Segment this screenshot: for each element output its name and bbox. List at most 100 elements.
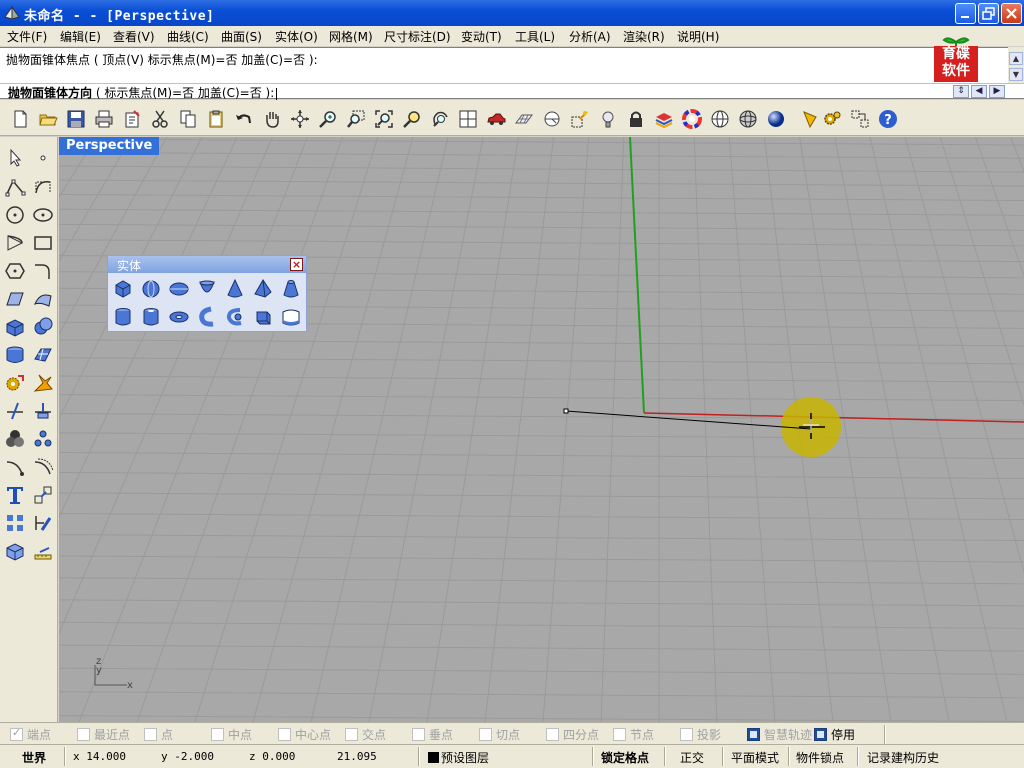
osnap-near[interactable]: 最近点 xyxy=(77,726,130,742)
layer-icon[interactable] xyxy=(654,109,674,129)
menu-view[interactable]: 查看(V) xyxy=(113,28,155,45)
point-cloud-icon[interactable] xyxy=(32,428,54,450)
pipe-icon[interactable] xyxy=(196,306,218,328)
save-icon[interactable] xyxy=(66,109,86,129)
menu-dimension[interactable]: 尺寸标注(D) xyxy=(384,28,451,45)
pipe-round-icon[interactable] xyxy=(224,306,246,328)
array-icon[interactable] xyxy=(4,512,26,534)
four-viewports-icon[interactable] xyxy=(458,109,478,129)
pan-hand-icon[interactable] xyxy=(262,109,282,129)
osnap-knot[interactable]: 节点 xyxy=(613,726,654,742)
menu-file[interactable]: 文件(F) xyxy=(7,28,47,45)
polygon-icon[interactable] xyxy=(4,260,26,282)
rectangle-icon[interactable] xyxy=(32,232,54,254)
menu-edit[interactable]: 编辑(E) xyxy=(60,28,101,45)
paraboloid-icon[interactable] xyxy=(196,278,218,300)
osnap-toggle[interactable]: 物件锁点 xyxy=(796,749,844,766)
torus-icon[interactable] xyxy=(168,306,190,328)
help-icon[interactable]: ? xyxy=(878,109,898,129)
menu-tools[interactable]: 工具(L) xyxy=(515,28,555,45)
wireframe-sphere-icon[interactable] xyxy=(710,109,730,129)
osnap-checkbox[interactable] xyxy=(680,727,693,741)
osnap-checkbox[interactable] xyxy=(412,727,425,741)
options-flag-icon[interactable] xyxy=(800,109,820,129)
command-history[interactable]: 抛物面锥体焦点 ( 顶点(V) 标示焦点(M)=否 加盖(C)=否 ): xyxy=(0,47,1008,83)
undo-icon[interactable] xyxy=(234,109,254,129)
text-tool-icon[interactable] xyxy=(4,484,26,506)
osnap-checkbox[interactable] xyxy=(77,727,90,741)
restore-button[interactable] xyxy=(978,3,999,24)
osnap-quadrant[interactable]: 四分点 xyxy=(546,726,599,742)
boolean-union-icon[interactable] xyxy=(32,316,54,338)
extrude-solid-icon[interactable] xyxy=(252,306,274,328)
trim-icon[interactable] xyxy=(4,400,26,422)
snap-toggle[interactable]: 锁定格点 xyxy=(601,749,649,766)
coordinate-system[interactable]: 世界 xyxy=(22,749,46,766)
explode-icon[interactable] xyxy=(32,372,54,394)
osnap-intersection[interactable]: 交点 xyxy=(345,726,386,742)
solid-panel-titlebar[interactable]: 实体 × xyxy=(108,256,306,273)
shaded-grid-sphere-icon[interactable] xyxy=(738,109,758,129)
box-solid-icon[interactable] xyxy=(4,316,26,338)
osnap-checkbox[interactable] xyxy=(479,727,492,741)
copy-icon[interactable] xyxy=(178,109,198,129)
osnap-disable[interactable]: 停用 xyxy=(814,726,855,742)
dimension-icon[interactable] xyxy=(32,512,54,534)
circle-icon[interactable] xyxy=(4,204,26,226)
cut-icon[interactable] xyxy=(150,109,170,129)
next-arrow-icon[interactable]: ▶ xyxy=(989,85,1005,98)
color-wheel-icon[interactable] xyxy=(682,109,702,129)
record-history-toggle[interactable]: 记录建构历史 xyxy=(867,749,939,766)
surface-from-points-icon[interactable] xyxy=(4,288,26,310)
osnap-endpoint[interactable]: 端点 xyxy=(10,726,51,742)
text-solid-icon[interactable] xyxy=(280,306,302,328)
block-icon[interactable] xyxy=(4,540,26,562)
menu-surface[interactable]: 曲面(S) xyxy=(221,28,262,45)
tube-icon[interactable] xyxy=(140,306,162,328)
cylinder-solid-icon[interactable] xyxy=(4,344,26,366)
osnap-checkbox[interactable] xyxy=(814,727,827,741)
perspective-viewport[interactable]: xyz Perspective xyxy=(59,137,1024,722)
osnap-point[interactable]: 点 xyxy=(144,726,173,742)
print-icon[interactable] xyxy=(94,109,114,129)
zoom-selected-icon[interactable] xyxy=(402,109,422,129)
menu-render[interactable]: 渲染(R) xyxy=(623,28,665,45)
layer-color-swatch[interactable] xyxy=(428,752,439,763)
rendered-sphere-icon[interactable] xyxy=(766,109,786,129)
cplane-icon[interactable] xyxy=(542,109,562,129)
lock-icon[interactable] xyxy=(626,109,646,129)
minimize-button[interactable] xyxy=(955,3,976,24)
history-dropdown-icon[interactable]: ⇕ xyxy=(953,85,969,98)
zoom-icon[interactable] xyxy=(318,109,338,129)
solid-toolbar-panel[interactable]: 实体 × xyxy=(107,255,307,332)
grid-plane-icon[interactable] xyxy=(514,109,534,129)
osnap-checkbox[interactable] xyxy=(144,727,157,741)
viewport-title-tab[interactable]: Perspective xyxy=(59,137,160,155)
analysis-ruler-icon[interactable] xyxy=(32,540,54,562)
osnap-checkbox[interactable] xyxy=(613,727,626,741)
arc-icon[interactable] xyxy=(4,232,26,254)
loft-surface-icon[interactable] xyxy=(32,288,54,310)
osnap-center[interactable]: 中心点 xyxy=(278,726,331,742)
osnap-checkbox[interactable] xyxy=(747,727,760,741)
scale-icon[interactable] xyxy=(32,484,54,506)
osnap-checkbox[interactable] xyxy=(211,727,224,741)
polyline-icon[interactable] xyxy=(4,176,26,198)
undo-view-icon[interactable] xyxy=(430,109,450,129)
named-cplane-icon[interactable] xyxy=(570,109,590,129)
close-icon[interactable]: × xyxy=(290,258,303,271)
open-folder-icon[interactable] xyxy=(38,109,58,129)
box-icon[interactable] xyxy=(112,278,134,300)
rotate-view-icon[interactable] xyxy=(290,109,310,129)
menu-solid[interactable]: 实体(O) xyxy=(275,28,318,45)
command-prompt[interactable]: 抛物面锥体方向 ( 标示焦点(M)=否 加盖(C)=否 ): ⇕ ◀ ▶ xyxy=(0,83,1024,100)
cone-icon[interactable] xyxy=(224,278,246,300)
osnap-checkbox[interactable] xyxy=(278,727,291,741)
menu-curve[interactable]: 曲线(C) xyxy=(167,28,209,45)
group-select-icon[interactable] xyxy=(850,109,870,129)
zoom-extents-icon[interactable] xyxy=(374,109,394,129)
osnap-tangent[interactable]: 切点 xyxy=(479,726,520,742)
car-render-icon[interactable] xyxy=(486,109,506,129)
osnap-smarttrack[interactable]: 智慧轨迹 xyxy=(747,726,812,742)
ellipsoid-icon[interactable] xyxy=(168,278,190,300)
